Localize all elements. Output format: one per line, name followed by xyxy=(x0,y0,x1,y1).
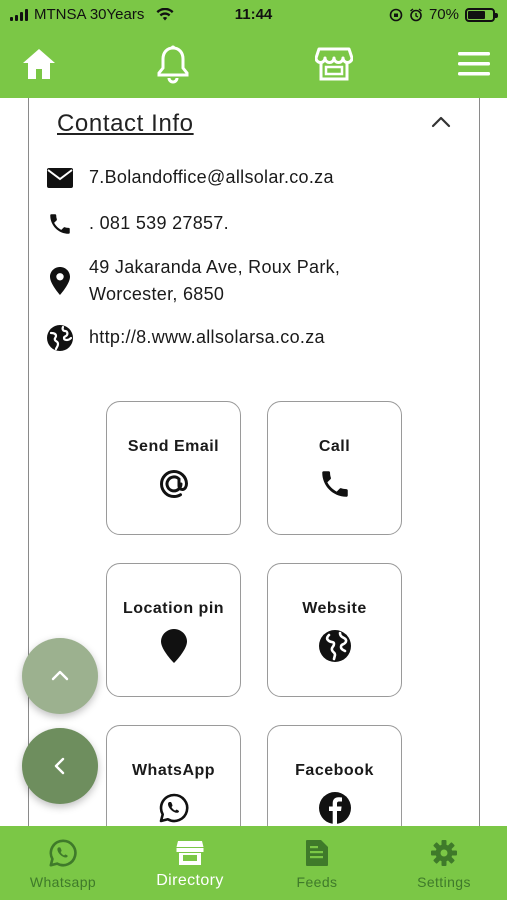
gear-icon xyxy=(429,838,459,868)
tab-directory-label: Directory xyxy=(156,872,224,889)
location-icon xyxy=(45,254,75,308)
tab-feeds-label: Feeds xyxy=(296,874,338,890)
orientation-lock-icon xyxy=(389,8,403,22)
tab-settings-label: Settings xyxy=(417,874,471,890)
address-text: 49 Jakaranda Ave, Roux Park, Worcester, … xyxy=(89,254,340,308)
website-button[interactable]: Website xyxy=(267,563,402,697)
battery-percent: 70% xyxy=(428,6,459,23)
call-button[interactable]: Call xyxy=(267,401,402,535)
globe-icon xyxy=(45,324,75,352)
address-line2: Worcester, 6850 xyxy=(89,284,225,304)
bell-icon[interactable] xyxy=(151,42,195,86)
bottom-nav: Whatsapp Directory Feeds Settings xyxy=(0,826,507,900)
store-icon[interactable] xyxy=(312,42,356,86)
status-right: 70% xyxy=(389,6,498,23)
chevron-up-icon xyxy=(51,670,69,682)
call-label: Call xyxy=(318,438,351,455)
email-icon xyxy=(45,164,75,192)
phone-row[interactable]: . 081 539 27857. xyxy=(45,210,229,238)
home-icon[interactable] xyxy=(17,42,61,86)
address-line1: 49 Jakaranda Ave, Roux Park, xyxy=(89,257,341,277)
whatsapp-icon xyxy=(154,788,194,828)
phone-icon xyxy=(315,464,355,504)
location-pin-icon xyxy=(154,626,194,666)
app-screen: MTNSA 30Years 11:44 70% Contact Info 7.B… xyxy=(0,0,507,900)
status-bar: MTNSA 30Years 11:44 70% xyxy=(0,0,507,30)
chevron-up-icon[interactable] xyxy=(429,110,453,134)
globe-icon xyxy=(315,626,355,666)
email-text: 7.Bolandoffice@allsolar.co.za xyxy=(89,167,334,187)
phone-icon xyxy=(45,210,75,238)
battery-icon xyxy=(465,7,498,22)
chevron-left-icon xyxy=(54,757,66,775)
phone-text: . 081 539 27857. xyxy=(89,213,229,233)
send-email-button[interactable]: Send Email xyxy=(106,401,241,535)
scroll-up-button[interactable] xyxy=(22,638,98,714)
whatsapp-icon xyxy=(48,838,78,868)
feeds-icon xyxy=(302,838,332,868)
contact-card: Contact Info 7.Bolandoffice@allsolar.co.… xyxy=(28,98,480,859)
contact-info-title: Contact Info xyxy=(57,110,194,137)
top-nav xyxy=(0,30,507,98)
tab-settings[interactable]: Settings xyxy=(381,826,507,900)
menu-icon[interactable] xyxy=(452,42,496,86)
website-label: Website xyxy=(302,600,367,617)
tab-whatsapp[interactable]: Whatsapp xyxy=(0,826,126,900)
website-row[interactable]: http://8.www.allsolarsa.co.za xyxy=(45,324,325,352)
location-pin-button[interactable]: Location pin xyxy=(106,563,241,697)
battery-fill xyxy=(468,10,485,19)
tab-directory[interactable]: Directory xyxy=(127,826,253,900)
website-text: http://8.www.allsolarsa.co.za xyxy=(89,327,325,347)
email-row[interactable]: 7.Bolandoffice@allsolar.co.za xyxy=(45,164,334,192)
send-email-label: Send Email xyxy=(127,438,220,455)
at-sign-icon xyxy=(154,464,194,504)
back-button[interactable] xyxy=(22,728,98,804)
alarm-icon xyxy=(409,7,423,22)
whatsapp-label: WhatsApp xyxy=(131,762,216,779)
tab-whatsapp-label: Whatsapp xyxy=(29,874,97,890)
store-icon xyxy=(175,838,205,868)
location-pin-label: Location pin xyxy=(122,600,225,617)
address-row[interactable]: 49 Jakaranda Ave, Roux Park, Worcester, … xyxy=(45,254,340,308)
facebook-label: Facebook xyxy=(295,762,374,779)
facebook-icon xyxy=(315,788,355,828)
tab-feeds[interactable]: Feeds xyxy=(254,826,380,900)
